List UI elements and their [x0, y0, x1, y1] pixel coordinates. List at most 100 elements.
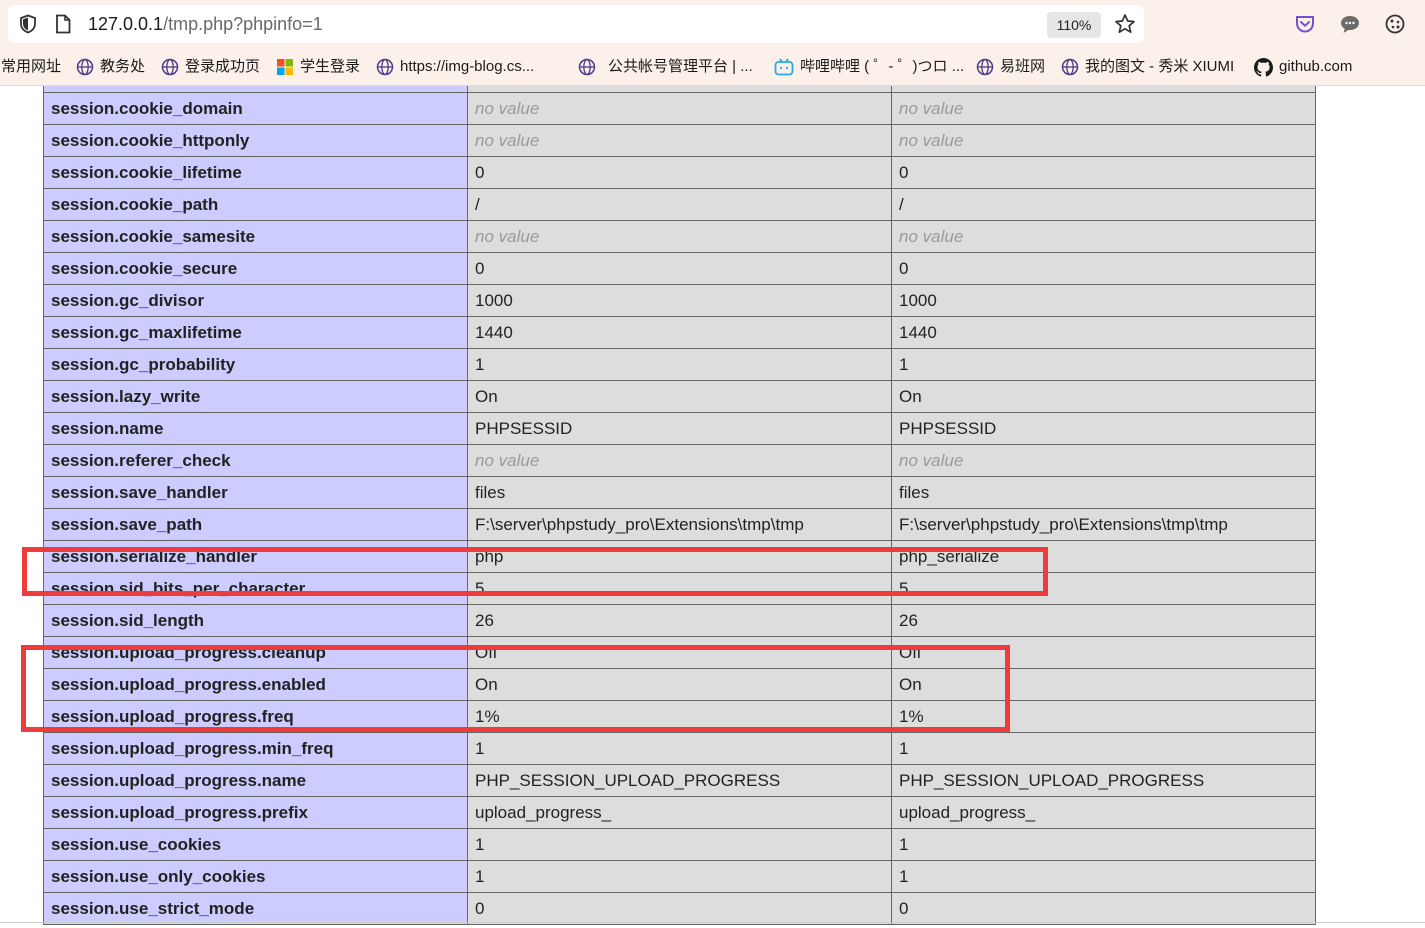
local-value: PHPSESSID — [467, 412, 892, 445]
url-path: /tmp.php?phpinfo=1 — [163, 14, 323, 34]
local-value: 0 — [467, 252, 892, 285]
directive-name: session.save_handler — [43, 476, 468, 509]
table-row: session.gc_divisor 1000 1000 — [43, 284, 1316, 317]
local-value: 1000 — [467, 284, 892, 317]
master-value: no value — [891, 124, 1316, 157]
url-text[interactable]: 127.0.0.1/tmp.php?phpinfo=1 — [88, 13, 323, 35]
master-value: 1440 — [891, 316, 1316, 349]
local-value: PHP_SESSION_UPLOAD_PROGRESS — [467, 764, 892, 797]
table-row: session.upload_progress.prefix upload_pro… — [43, 796, 1316, 829]
directive-name: session.cookie_httponly — [43, 124, 468, 157]
bookmark-star-icon[interactable] — [1114, 13, 1136, 35]
bookmark-item[interactable]: 学生登录 — [276, 56, 360, 78]
directive-name: session.sid_length — [43, 604, 468, 637]
bookmark-label: 登录成功页 — [185, 58, 261, 75]
table-row: session.referer_check no value no value — [43, 444, 1316, 477]
local-value: 1% — [467, 700, 892, 733]
directive-name: session.sid_bits_per_character — [43, 572, 468, 605]
table-row: session.use_only_cookies 1 1 — [43, 860, 1316, 893]
bookmark-item[interactable]: 教务处 — [76, 56, 145, 78]
bookmark-label: 教务处 — [100, 58, 146, 75]
directive-name: session.upload_progress.min_freq — [43, 732, 468, 765]
table-row: session.use_strict_mode 0 0 — [43, 892, 1316, 925]
directive-name: session.upload_progress.name — [43, 764, 468, 797]
table-row: session.cookie_secure 0 0 — [43, 252, 1316, 285]
shield-icon[interactable] — [18, 14, 38, 34]
local-value: On — [467, 668, 892, 701]
local-value: upload_progress_ — [467, 796, 892, 829]
local-value: no value — [467, 444, 892, 477]
bookmark-item[interactable]: 哔哩哔哩 ( ゜- ゜)つロ ... — [774, 56, 964, 78]
master-value: 1 — [891, 732, 1316, 765]
master-value: 1% — [891, 700, 1316, 733]
bookmark-item[interactable]: 登录成功页 — [161, 56, 260, 78]
directive-name: session.name — [43, 412, 468, 445]
bilibili-icon — [774, 58, 794, 76]
url-host: 127.0.0.1 — [88, 14, 164, 34]
directive-name: session.use_cookies — [43, 828, 468, 861]
page-info-icon[interactable] — [54, 14, 72, 34]
bookmark-item[interactable]: 公共帐号管理平台 | ... — [578, 56, 753, 78]
bookmark-item[interactable]: github.com — [1254, 56, 1352, 78]
directive-name: session.upload_progress.enabled — [43, 668, 468, 701]
local-value: php — [467, 540, 892, 573]
table-row: session.upload_progress.enabled On On — [43, 668, 1316, 701]
directive-name: session.gc_probability — [43, 348, 468, 381]
local-value: 1 — [467, 828, 892, 861]
bookmark-label: 学生登录 — [300, 58, 361, 75]
table-row: session.cookie_samesite no value no value — [43, 220, 1316, 253]
bookmark-label: 我的图文 - 秀米 XIUMI — [1085, 58, 1235, 75]
address-bar[interactable]: 127.0.0.1/tmp.php?phpinfo=1 110% — [8, 5, 1144, 43]
directive-name: session.cookie_secure — [43, 252, 468, 285]
bookmark-item[interactable]: 常用网址 — [1, 56, 61, 78]
directive-name: session.use_strict_mode — [43, 892, 468, 925]
globe-icon — [161, 58, 179, 76]
master-value: On — [891, 668, 1316, 701]
local-value: Off — [467, 636, 892, 669]
master-value: 1 — [891, 860, 1316, 893]
table-row: session.save_path F:\server\phpstudy_pro\… — [43, 508, 1316, 541]
session-directives-table: session.cache_limiternocachenocachesessi… — [43, 86, 1316, 925]
local-value: 1 — [467, 860, 892, 893]
cookie-icon[interactable] — [1384, 13, 1406, 35]
zoom-level-badge[interactable]: 110% — [1047, 12, 1101, 38]
directive-name: session.gc_divisor — [43, 284, 468, 317]
master-value: / — [891, 188, 1316, 221]
directive-name: session.referer_check — [43, 444, 468, 477]
local-value: / — [467, 188, 892, 221]
table-row: session.upload_progress.freq 1% 1% — [43, 700, 1316, 733]
globe-icon — [376, 58, 394, 76]
master-value: 1 — [891, 828, 1316, 861]
bookmark-item[interactable]: https://img-blog.cs... — [376, 56, 534, 78]
local-value: 26 — [467, 604, 892, 637]
master-value: no value — [891, 444, 1316, 477]
directive-name: session.lazy_write — [43, 380, 468, 413]
local-value: 1440 — [467, 316, 892, 349]
table-row: session.cookie_httponly no value no value — [43, 124, 1316, 157]
bookmark-item[interactable]: 易班网 — [976, 56, 1045, 78]
master-value: no value — [891, 220, 1316, 253]
master-value: 26 — [891, 604, 1316, 637]
local-value: F:\server\phpstudy_pro\Extensions\tmp\tm… — [467, 508, 892, 541]
bookmark-label: 哔哩哔哩 ( ゜- ゜)つロ ... — [800, 58, 965, 75]
local-value: On — [467, 380, 892, 413]
master-value: Off — [891, 636, 1316, 669]
page-content: session.cache_limiternocachenocachesessi… — [0, 86, 1425, 928]
master-value: upload_progress_ — [891, 796, 1316, 829]
pocket-icon[interactable] — [1294, 13, 1316, 35]
chat-bubble-icon[interactable] — [1339, 13, 1361, 35]
globe-icon — [578, 58, 596, 76]
table-row: session.upload_progress.cleanup Off Off — [43, 636, 1316, 669]
local-value: no value — [467, 124, 892, 157]
bookmark-item[interactable]: 我的图文 - 秀米 XIUMI — [1061, 56, 1234, 78]
table-row: session.lazy_write On On — [43, 380, 1316, 413]
table-row: session.gc_maxlifetime 1440 1440 — [43, 316, 1316, 349]
status-divider — [0, 922, 1425, 923]
master-value: 0 — [891, 892, 1316, 925]
bookmarks-toolbar: 常用网址 教务处 登录成功页 学生登录 https://img-blog.cs.… — [0, 48, 1425, 86]
local-value: 1 — [467, 348, 892, 381]
table-row: session.sid_length 26 26 — [43, 604, 1316, 637]
table-row: session.upload_progress.name PHP_SESSION_… — [43, 764, 1316, 797]
globe-icon — [1061, 58, 1079, 76]
local-value: 0 — [467, 156, 892, 189]
